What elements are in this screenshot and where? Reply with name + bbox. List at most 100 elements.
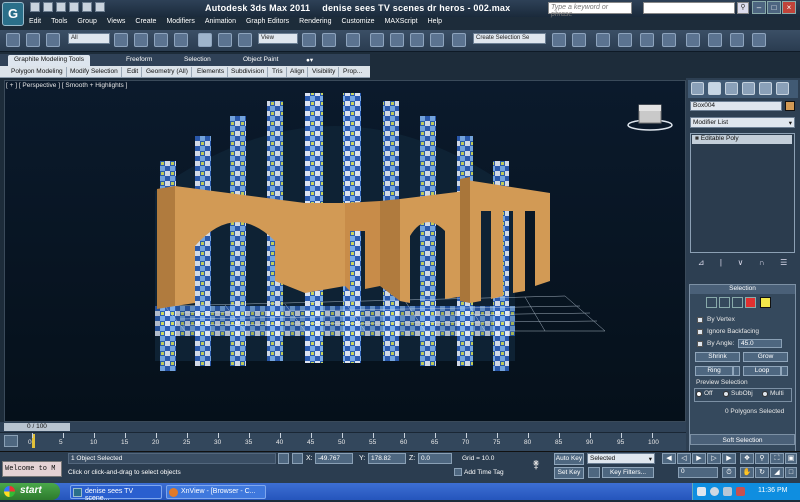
- undo-icon[interactable]: [6, 33, 20, 47]
- play-icon[interactable]: ▶: [692, 453, 706, 464]
- orbit-icon[interactable]: ↻: [755, 467, 769, 478]
- x-coordinate-field[interactable]: -49.767: [315, 453, 353, 464]
- minimize-icon[interactable]: –: [752, 1, 766, 14]
- undo-icon[interactable]: [69, 2, 79, 12]
- unlink-icon[interactable]: [46, 33, 60, 47]
- menu-help[interactable]: Help: [423, 16, 447, 30]
- task-3dsmax[interactable]: denise sees TV scene...: [70, 485, 162, 502]
- tab-object-paint[interactable]: Object Paint: [237, 55, 284, 66]
- create-tab-icon[interactable]: [691, 82, 704, 95]
- panel-elements[interactable]: Elements: [194, 67, 229, 77]
- panel-properties[interactable]: Prop...: [340, 67, 365, 77]
- menu-maxscript[interactable]: MAXScript: [380, 16, 423, 30]
- select-object-icon[interactable]: [114, 33, 128, 47]
- element-mode-icon[interactable]: [760, 297, 771, 308]
- display-tab-icon[interactable]: [759, 82, 772, 95]
- loop-button[interactable]: Loop: [743, 366, 781, 376]
- menu-modifiers[interactable]: Modifiers: [161, 16, 199, 30]
- menu-tools[interactable]: Tools: [46, 16, 72, 30]
- preview-off-radio[interactable]: [696, 391, 702, 397]
- object-color-swatch[interactable]: [785, 101, 795, 111]
- pivot-center-icon[interactable]: [302, 33, 316, 47]
- time-configuration-icon[interactable]: ⏱: [722, 467, 736, 478]
- auto-key-button[interactable]: Auto Key: [554, 453, 584, 465]
- field-of-view-icon[interactable]: ◢: [770, 467, 784, 478]
- menu-animation[interactable]: Animation: [200, 16, 241, 30]
- edit-named-selection-icon[interactable]: [452, 33, 466, 47]
- menu-customize[interactable]: Customize: [336, 16, 379, 30]
- grow-button[interactable]: Grow: [743, 352, 788, 362]
- viewport-label[interactable]: [ + ] [ Perspective ] [ Smooth + Highlig…: [6, 82, 127, 89]
- rectangle-selection-icon[interactable]: [154, 33, 168, 47]
- panel-tris[interactable]: Tris: [269, 67, 287, 77]
- preview-multi-radio[interactable]: [762, 391, 768, 397]
- tray-app-icon[interactable]: [736, 487, 745, 496]
- project-folder-icon[interactable]: [95, 2, 105, 12]
- angle-spinner[interactable]: 45.0: [738, 339, 782, 348]
- keyboard-shortcut-icon[interactable]: [346, 33, 360, 47]
- task-xnview[interactable]: XnView - [Browser - C...: [166, 485, 266, 499]
- previous-frame-icon[interactable]: ◁: [677, 453, 691, 464]
- time-tag-icon[interactable]: [454, 468, 462, 476]
- mirror-icon[interactable]: [552, 33, 566, 47]
- select-manipulate-icon[interactable]: [322, 33, 336, 47]
- selection-rollout-header[interactable]: Selection: [690, 285, 795, 294]
- maximize-icon[interactable]: □: [767, 1, 781, 14]
- set-key-button[interactable]: Set Key: [554, 467, 584, 479]
- tab-graphite-modeling-tools[interactable]: Graphite Modeling Tools: [8, 55, 90, 66]
- utilities-tab-icon[interactable]: [776, 82, 789, 95]
- remove-modifier-icon[interactable]: ∩: [759, 258, 765, 270]
- rotate-icon[interactable]: [218, 33, 232, 47]
- material-editor-icon[interactable]: [686, 33, 700, 47]
- layer-manager-icon[interactable]: [596, 33, 610, 47]
- panel-visibility[interactable]: Visibility: [309, 67, 340, 77]
- redo-icon[interactable]: [82, 2, 92, 12]
- selection-filter-dropdown[interactable]: All: [68, 33, 110, 44]
- panel-modify-selection[interactable]: Modify Selection: [67, 67, 122, 77]
- tab-freeform[interactable]: Freeform: [120, 55, 158, 66]
- zoom-all-icon[interactable]: ⛶: [770, 453, 784, 464]
- scale-icon[interactable]: [238, 33, 252, 47]
- ring-spinner-icon[interactable]: [733, 366, 740, 376]
- default-tangent-icon[interactable]: [588, 467, 600, 478]
- tab-selection[interactable]: Selection: [178, 55, 217, 66]
- close-icon[interactable]: ×: [782, 1, 796, 14]
- search-icon[interactable]: ⚲: [737, 2, 749, 14]
- shrink-button[interactable]: Shrink: [695, 352, 740, 362]
- zoom-extents-icon[interactable]: ▣: [785, 453, 797, 464]
- pin-stack-icon[interactable]: ⊿: [698, 258, 705, 270]
- tray-volume-icon[interactable]: [710, 487, 719, 496]
- preview-subobj-radio[interactable]: [723, 391, 729, 397]
- panel-align[interactable]: Align: [287, 67, 309, 77]
- configure-modifier-sets-icon[interactable]: ☰: [780, 258, 787, 270]
- panel-geometry-all[interactable]: Geometry (All): [143, 67, 192, 77]
- menu-views[interactable]: Views: [102, 16, 131, 30]
- named-selection-set-dropdown[interactable]: Create Selection Se: [473, 33, 546, 44]
- absolute-mode-icon[interactable]: [292, 453, 303, 464]
- mini-curve-editor-icon[interactable]: [4, 435, 18, 447]
- menu-edit[interactable]: Edit: [24, 16, 46, 30]
- modifier-list-dropdown[interactable]: Modifier List ▾: [690, 117, 795, 128]
- zoom-icon[interactable]: ⚲: [755, 453, 769, 464]
- rendered-frame-icon[interactable]: [730, 33, 744, 47]
- soft-selection-rollout[interactable]: Soft Selection: [690, 434, 795, 445]
- edge-mode-icon[interactable]: [719, 297, 730, 308]
- key-mode-icon[interactable]: ❖: [740, 453, 754, 464]
- menu-graph-editors[interactable]: Graph Editors: [241, 16, 294, 30]
- tray-network-icon[interactable]: [697, 487, 706, 496]
- menu-rendering[interactable]: Rendering: [294, 16, 336, 30]
- show-end-result-icon[interactable]: |: [720, 258, 722, 270]
- schematic-view-icon[interactable]: [662, 33, 676, 47]
- panel-polygon-modeling[interactable]: Polygon Modeling: [8, 67, 67, 77]
- ring-button[interactable]: Ring: [695, 366, 733, 376]
- maxscript-listener[interactable]: Welcome to M: [2, 461, 62, 477]
- make-unique-icon[interactable]: ∨: [737, 258, 743, 270]
- spinner-snap-icon[interactable]: [430, 33, 444, 47]
- search-input[interactable]: Type a keyword or phrase: [548, 2, 632, 18]
- percent-snap-icon[interactable]: [410, 33, 424, 47]
- graphite-toggle-icon[interactable]: [618, 33, 632, 47]
- modify-tab-icon[interactable]: [708, 82, 721, 95]
- new-file-icon[interactable]: [30, 2, 40, 12]
- select-by-name-icon[interactable]: [134, 33, 148, 47]
- snaps-toggle-icon[interactable]: [370, 33, 384, 47]
